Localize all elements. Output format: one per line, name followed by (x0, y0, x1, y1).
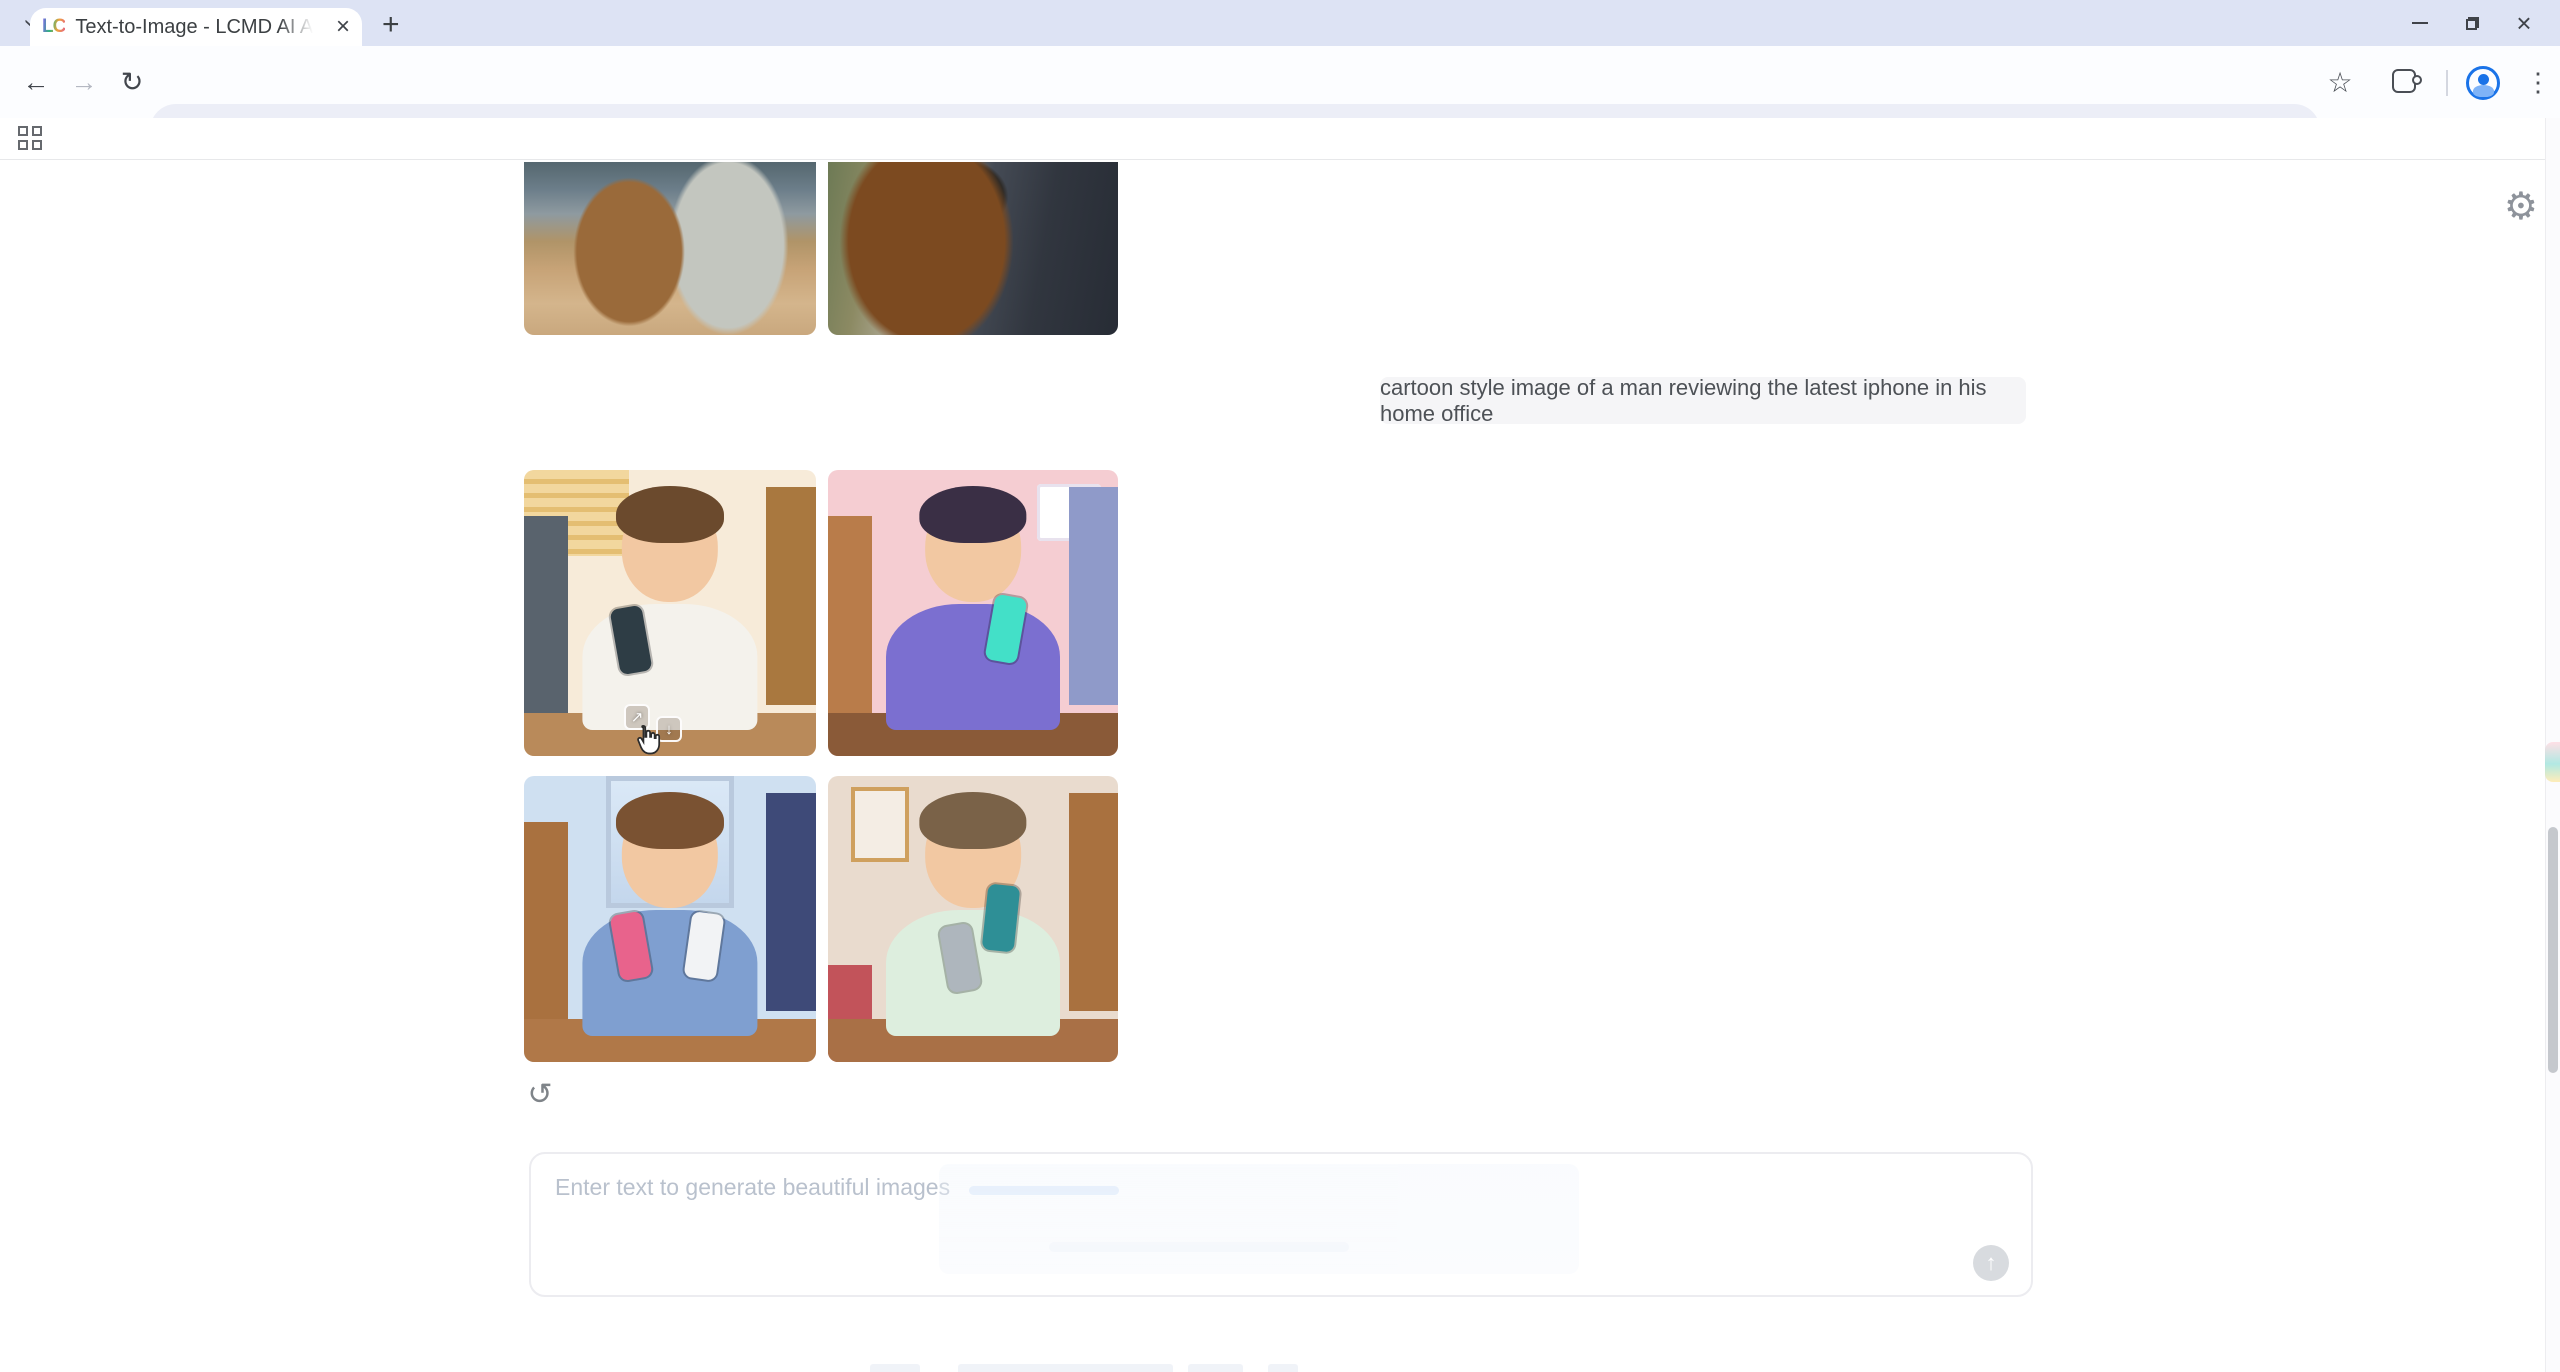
footer-smudge (1268, 1364, 1298, 1372)
generated-image-4[interactable] (828, 776, 1118, 1062)
browser-titlebar: › LC Text-to-Image - LCMD AI Assist × + … (0, 0, 2560, 46)
footer-smudge (1188, 1364, 1243, 1372)
prompt-input[interactable] (531, 1154, 2031, 1295)
send-button[interactable]: ↑ (1973, 1245, 2009, 1281)
close-icon: × (2516, 8, 2532, 38)
footer-smudge (870, 1364, 920, 1372)
minimize-button[interactable] (2394, 0, 2446, 46)
prompt-bubble: cartoon style image of a man reviewing t… (1380, 375, 2026, 426)
new-tab-button[interactable]: + (382, 10, 400, 40)
webpage-content: ⚙ cartoon style image of a man reviewing… (0, 118, 2560, 1372)
previous-image-1[interactable] (524, 162, 816, 335)
browser-tab[interactable]: LC Text-to-Image - LCMD AI Assist × (30, 8, 362, 46)
tab-close-icon[interactable]: × (336, 15, 350, 39)
scrollbar-thumb[interactable] (2548, 827, 2558, 1073)
forward-button[interactable]: → (58, 46, 110, 118)
generated-image-3[interactable] (524, 776, 816, 1062)
minimize-icon (2412, 22, 2428, 24)
page-header (0, 118, 2560, 160)
extensions-icon[interactable] (2390, 67, 2422, 97)
site-favicon: LC (42, 16, 66, 37)
previous-image-2[interactable] (828, 162, 1118, 335)
grid-2x2-icon[interactable] (18, 126, 44, 152)
tab-title: Text-to-Image - LCMD AI Assist (75, 15, 314, 39)
restore-icon (2465, 16, 2479, 30)
browser-menu-icon[interactable]: ⋮ (2516, 46, 2560, 118)
prompt-composer: ↑ (529, 1152, 2033, 1297)
edge-floating-logo[interactable] (2545, 742, 2560, 782)
footer-smudge (958, 1364, 1173, 1372)
generated-image-1[interactable]: ↗ ↓ (524, 470, 816, 756)
generated-image-2[interactable] (828, 470, 1118, 756)
profile-avatar[interactable] (2466, 66, 2500, 100)
browser-toolbar: ← → ↻ https://ai.klements.heiyu.space/pa… (0, 46, 2560, 156)
gear-icon[interactable]: ⚙ (2504, 188, 2538, 226)
back-button[interactable]: ← (10, 46, 62, 118)
bookmark-star-icon[interactable]: ☆ (2318, 46, 2362, 118)
restore-button[interactable] (2446, 0, 2498, 46)
close-button[interactable]: × (2498, 0, 2550, 46)
cursor-hand-icon (637, 724, 661, 755)
reload-button[interactable]: ↻ (106, 46, 158, 118)
refresh-icon[interactable]: ↻ (522, 1076, 558, 1112)
toolbar-divider (2446, 70, 2448, 96)
